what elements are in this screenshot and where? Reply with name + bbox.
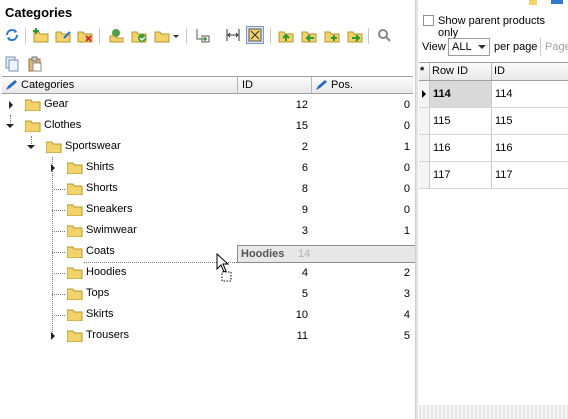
paste-icon[interactable] [27, 56, 43, 72]
product-row[interactable]: 114 114 [419, 81, 568, 108]
tree-row-tops[interactable]: Tops 5 3 [2, 284, 413, 305]
expand-width-icon[interactable] [224, 26, 242, 44]
tree-row-shirts[interactable]: Shirts 6 0 [2, 158, 413, 179]
column-header-row-id[interactable]: Row ID [430, 63, 492, 80]
tree-row-skirts[interactable]: Skirts 10 4 [2, 305, 413, 326]
products-grid-header: * Row ID ID [419, 62, 568, 81]
copy-icon[interactable] [4, 56, 20, 72]
folder-icon [67, 288, 83, 300]
expand-arrow-icon[interactable] [9, 101, 13, 109]
folder-right-icon[interactable] [346, 26, 364, 44]
column-header-product-id[interactable]: ID [492, 63, 568, 80]
folder-icon [67, 225, 83, 237]
move-icon[interactable] [107, 26, 125, 44]
add-category-icon[interactable] [32, 26, 50, 44]
page-label: Page [545, 41, 568, 53]
folder-dropdown-icon[interactable] [154, 26, 180, 44]
select-target-icon[interactable] [246, 26, 264, 44]
folder-left-icon[interactable] [300, 26, 318, 44]
divider [540, 38, 541, 56]
collapse-arrow-icon[interactable] [6, 124, 14, 128]
add-child-icon[interactable] [193, 26, 211, 44]
current-row-icon [422, 90, 426, 98]
folder-icon [67, 183, 83, 195]
drag-cursor-icon [216, 253, 232, 282]
pencil-icon [316, 80, 327, 90]
folder-icon [67, 204, 83, 216]
view-select[interactable]: ALL [448, 38, 490, 56]
top-toolbar-icon[interactable] [527, 0, 568, 6]
search-icon[interactable] [375, 26, 393, 44]
folder-icon [67, 246, 83, 258]
folder-icon [67, 330, 83, 342]
expand-arrow-icon[interactable] [51, 332, 55, 340]
product-row[interactable]: 116 116 [419, 135, 568, 162]
column-header-id[interactable]: ID [238, 77, 312, 93]
tree-row-clothes[interactable]: Clothes 15 0 [2, 116, 413, 137]
column-header-categories[interactable]: Categories [2, 77, 238, 93]
show-parent-checkbox[interactable] [423, 15, 434, 26]
categories-panel: Categories Categories ID Pos. Gear 12 0 … [0, 0, 478, 419]
folder-icon [46, 141, 62, 153]
tree-row-sportswear[interactable]: Sportswear 2 1 [2, 137, 413, 158]
show-parent-label: Show parent products only [438, 15, 546, 39]
expand-arrow-icon[interactable] [51, 164, 55, 172]
grid-header: Categories ID Pos. [2, 76, 413, 94]
tree-row-hoodies[interactable]: Hoodies 4 2 [2, 263, 413, 284]
per-page-label: per page [494, 41, 538, 53]
view-label: View [422, 41, 446, 53]
tree-row-gear[interactable]: Gear 12 0 [2, 95, 413, 116]
chevron-down-icon [478, 45, 486, 49]
collapse-arrow-icon[interactable] [27, 145, 35, 149]
panel-title: Categories [5, 5, 73, 20]
tree-row-swimwear[interactable]: Swimwear 3 1 [2, 221, 413, 242]
tree-row-trousers[interactable]: Trousers 11 5 [2, 326, 413, 347]
folder-green-icon[interactable] [323, 26, 341, 44]
status-bar [419, 405, 568, 419]
product-row[interactable]: 115 115 [419, 108, 568, 135]
folder-icon [67, 267, 83, 279]
folder-icon [67, 162, 83, 174]
product-row[interactable]: 117 117 [419, 162, 568, 189]
pencil-icon [6, 80, 17, 90]
column-header-pos[interactable]: Pos. [312, 77, 413, 93]
delete-category-icon[interactable] [76, 26, 94, 44]
star-column-header: * [419, 63, 430, 80]
folder-icon [67, 309, 83, 321]
edit-category-icon[interactable] [54, 26, 72, 44]
folder-icon [25, 99, 41, 111]
check-icon[interactable] [130, 26, 148, 44]
folder-icon [25, 120, 41, 132]
tree-row-shorts[interactable]: Shorts 8 0 [2, 179, 413, 200]
tree-row-sneakers[interactable]: Sneakers 9 0 [2, 200, 413, 221]
refresh-icon[interactable] [3, 26, 21, 44]
folder-up-icon[interactable] [277, 26, 295, 44]
